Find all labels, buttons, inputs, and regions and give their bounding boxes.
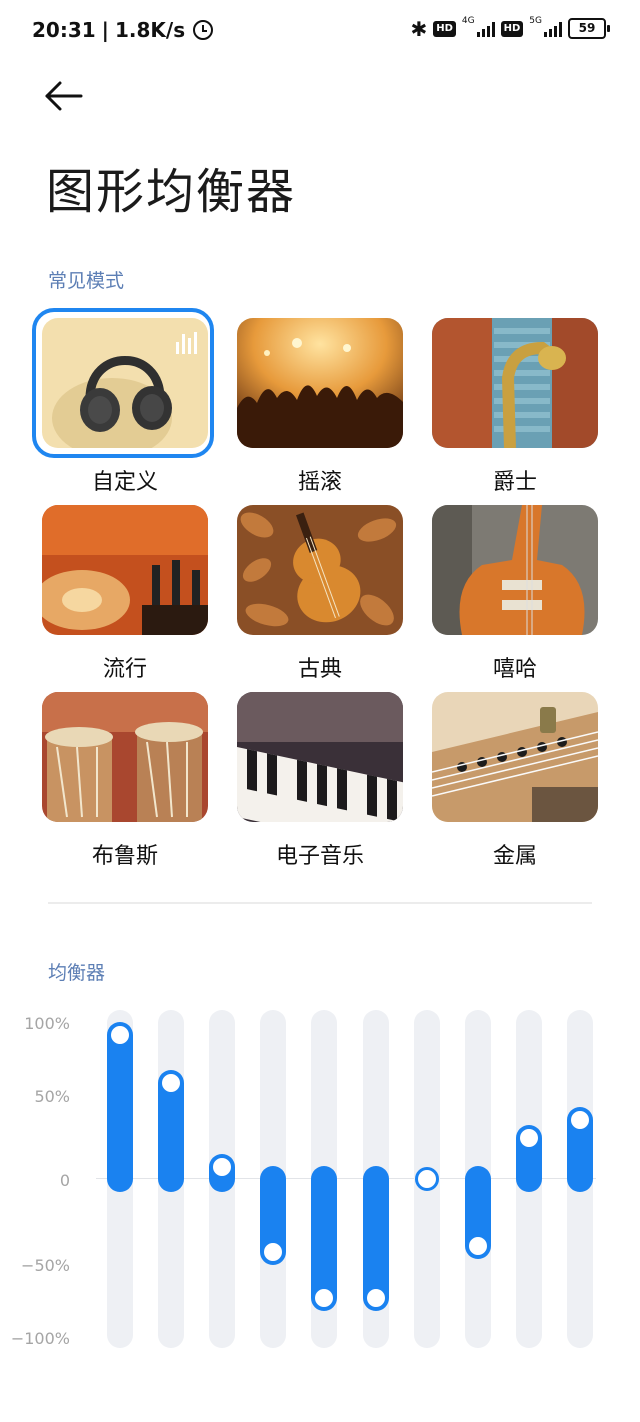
eq-band-handle[interactable] [261, 1239, 285, 1264]
status-right: ✱ HD 4G HD 5G 59 [410, 15, 610, 41]
status-separator: | [101, 18, 109, 42]
eq-band-handle[interactable] [210, 1154, 234, 1179]
preset-jazz[interactable]: 爵士 [432, 318, 598, 495]
status-left: 20:31 | 1.8K/s [32, 18, 214, 42]
hd-badge-1: HD [433, 20, 456, 37]
preset-metal[interactable]: 金属 [432, 692, 598, 869]
keyboard-icon [237, 692, 403, 822]
section-divider [48, 902, 592, 904]
saxophone-icon [432, 318, 598, 448]
signal-strength-icon-1 [476, 21, 495, 37]
preset-label: 摇滚 [297, 470, 342, 495]
drums-icon [42, 692, 208, 822]
concert-crowd-icon [237, 318, 403, 448]
status-bar: 20:31 | 1.8K/s ✱ HD 4G HD 5G 59 [0, 0, 640, 66]
preset-label: 电子音乐 [275, 844, 364, 869]
eq-axis-label-neg100: −100% [10, 1329, 70, 1348]
page-title: 图形均衡器 [46, 164, 297, 220]
eq-axis-label-100: 100% [24, 1014, 70, 1033]
eq-band-handle[interactable] [568, 1107, 592, 1132]
status-time: 20:31 [32, 18, 96, 42]
signal-strength-icon-2 [544, 21, 562, 37]
network-type-1: 4G [461, 15, 475, 26]
network-type-2: 5G [529, 15, 542, 26]
presets-section-label: 常见模式 [48, 270, 125, 292]
eq-band-handle[interactable] [415, 1167, 439, 1191]
headphones-icon [42, 318, 208, 448]
eq-axis-label-50: 50% [34, 1087, 70, 1106]
eq-band-handle[interactable] [364, 1285, 388, 1310]
eq-band-handle[interactable] [466, 1233, 490, 1258]
preset-label: 爵士 [492, 470, 537, 495]
hd-badge-2: HD [500, 20, 524, 37]
equalizer-section-label: 均衡器 [48, 962, 106, 984]
eq-band-handle[interactable] [108, 1022, 132, 1047]
preset-label: 嘻哈 [492, 657, 537, 682]
preset-pop[interactable]: 流行 [42, 505, 208, 682]
battery-icon: 59 [568, 18, 610, 39]
eq-axis-label-0: 0 [59, 1171, 70, 1190]
violin-icon [237, 505, 403, 635]
eq-band-handle[interactable] [517, 1125, 541, 1150]
preset-label: 自定义 [91, 470, 158, 495]
preset-electronic[interactable]: 电子音乐 [237, 692, 403, 869]
status-network-speed: 1.8K/s [114, 18, 186, 42]
dj-turntable-icon [42, 505, 208, 635]
alarm-icon [193, 20, 214, 40]
preset-blues[interactable]: 布鲁斯 [42, 692, 208, 869]
electric-guitar-icon [432, 505, 598, 635]
preset-label: 古典 [297, 657, 342, 682]
preset-label: 金属 [492, 844, 537, 869]
preset-label: 布鲁斯 [91, 844, 158, 869]
preset-rock[interactable]: 摇滚 [237, 318, 403, 495]
eq-band-handle[interactable] [312, 1285, 336, 1310]
eq-axis-label-neg50: −50% [21, 1256, 70, 1275]
preset-classical[interactable]: 古典 [237, 505, 403, 682]
eq-band-fill [107, 1021, 133, 1192]
preset-hiphop[interactable]: 嘻哈 [432, 505, 598, 682]
back-arrow-icon[interactable] [44, 78, 84, 114]
preset-custom[interactable]: 自定义 [32, 308, 214, 495]
preset-label: 流行 [102, 657, 147, 682]
guitar-strings-icon [432, 692, 598, 822]
bluetooth-icon: ✱ [410, 16, 428, 41]
